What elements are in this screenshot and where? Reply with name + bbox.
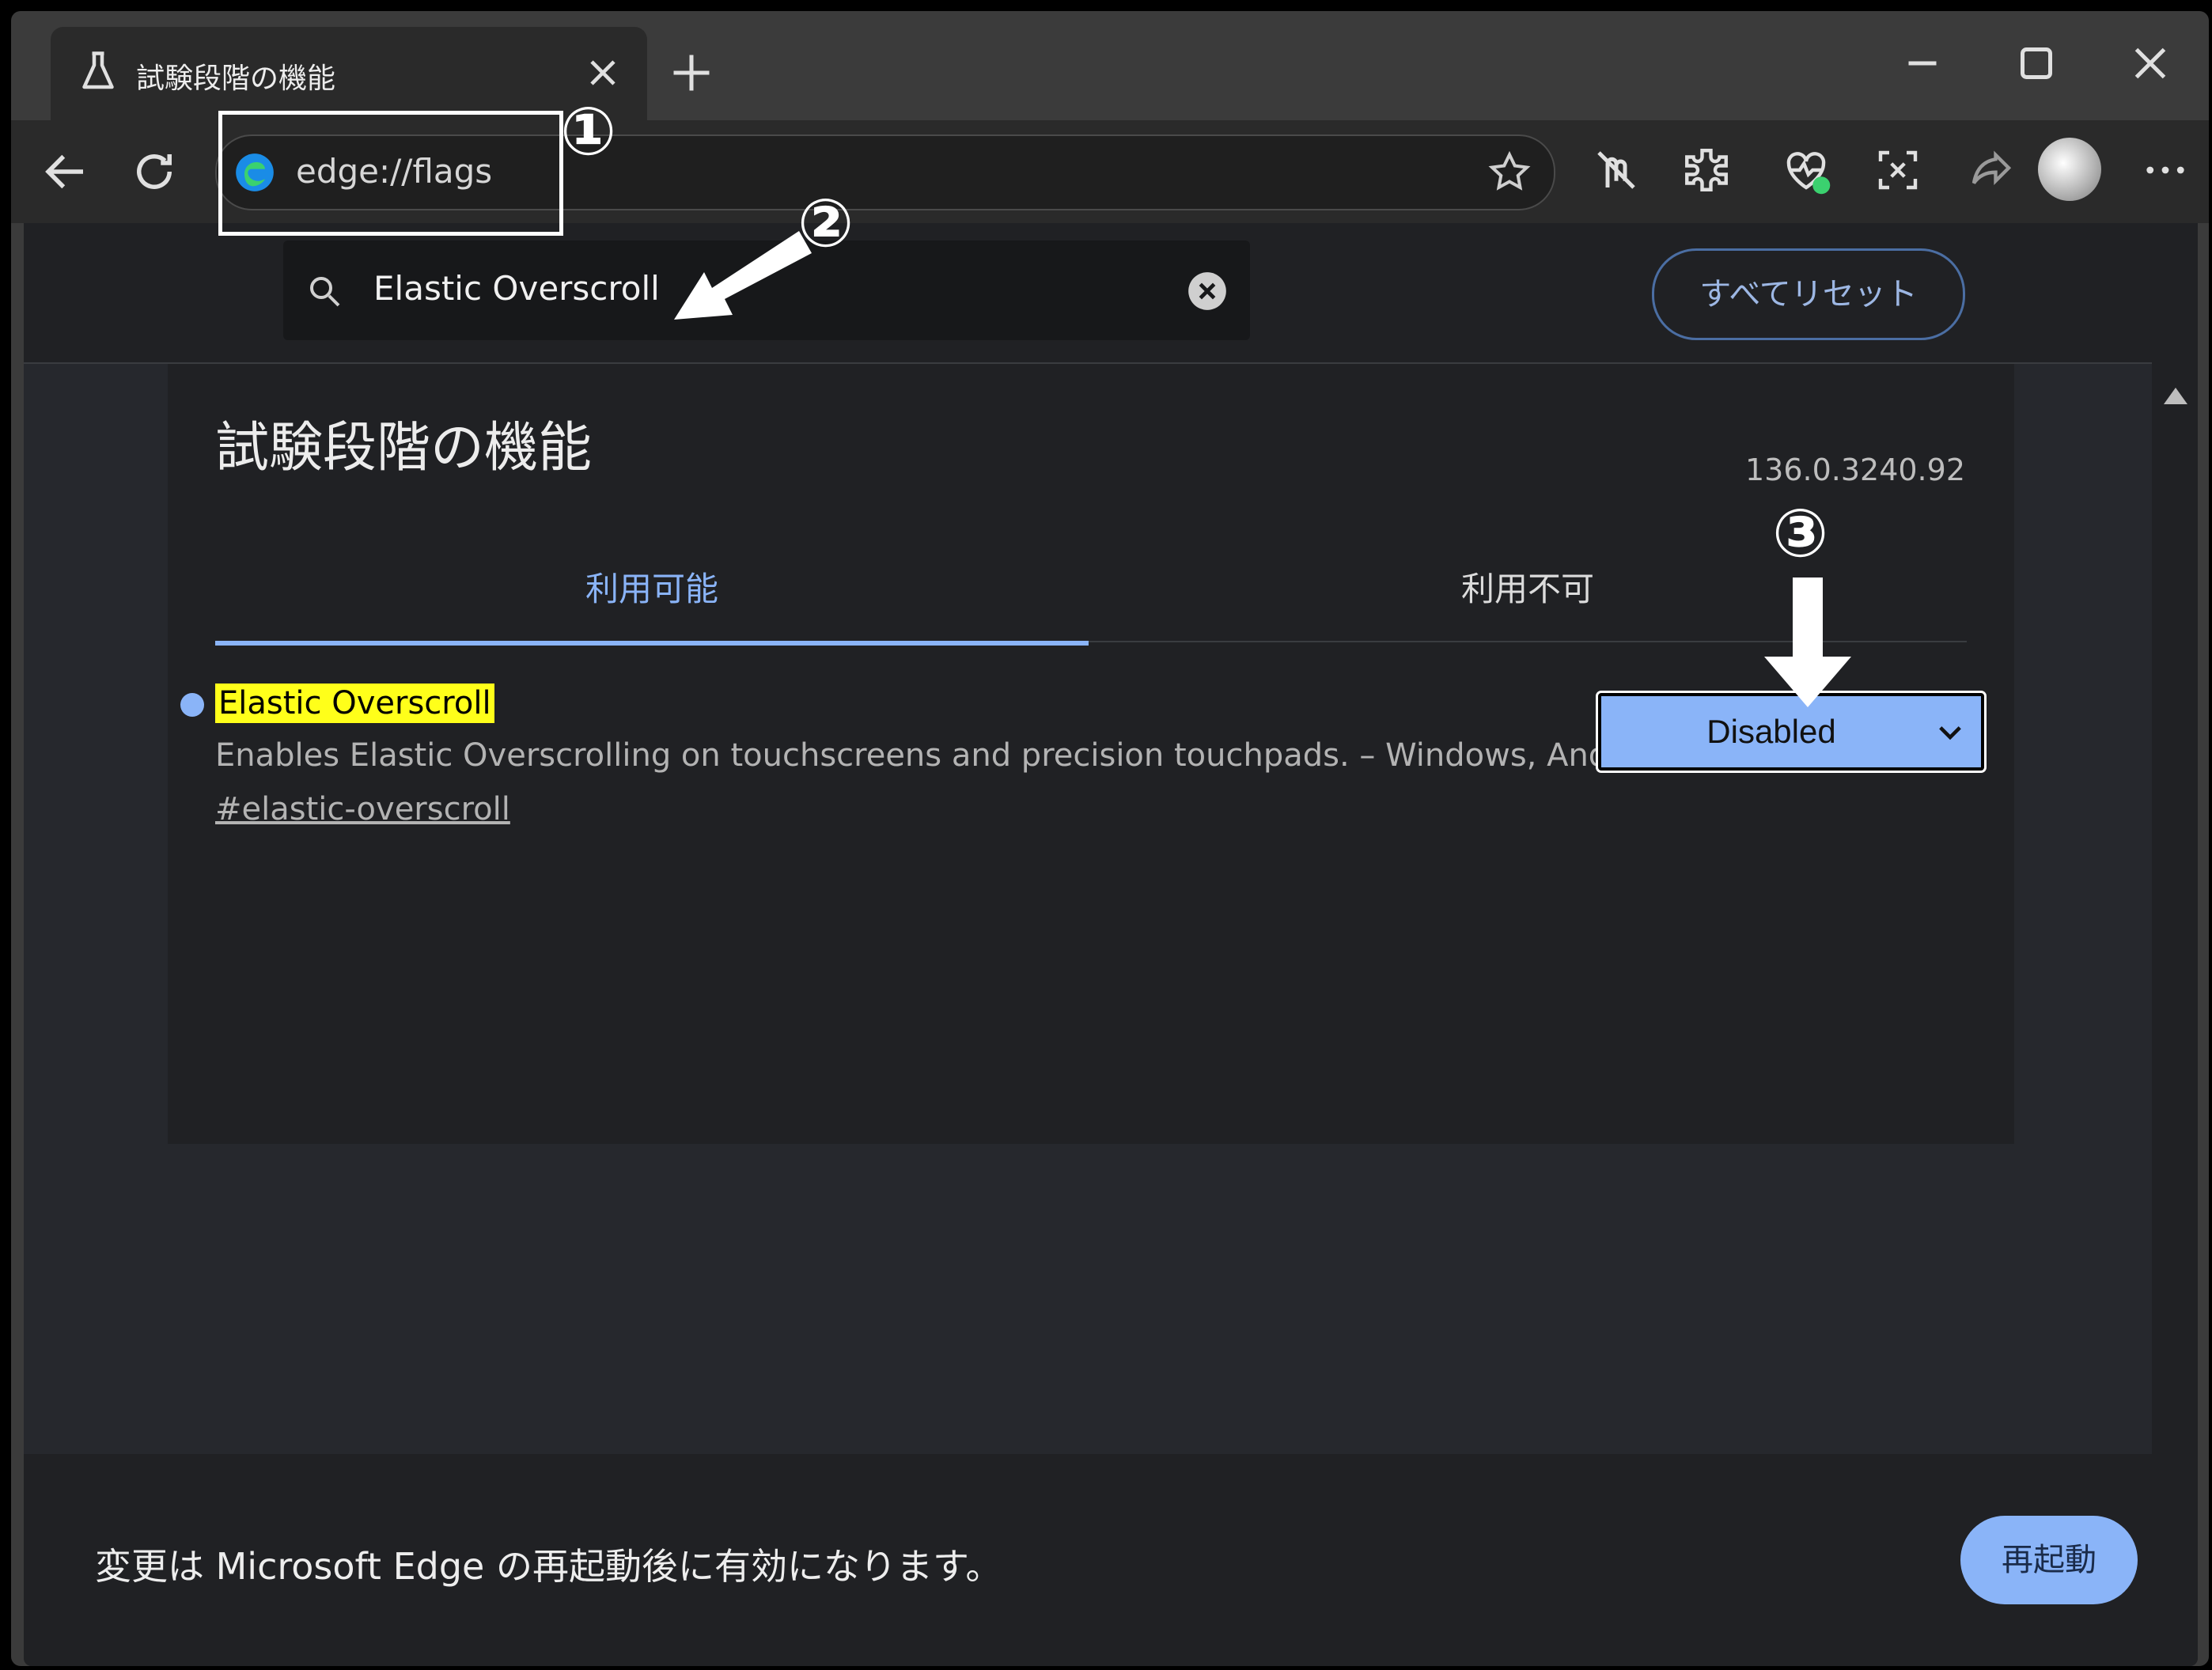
plus-icon[interactable] (668, 49, 715, 97)
flags-panel: 試験段階の機能 136.0.3240.92 利用可能 利用不可 Elastic … (168, 364, 2014, 1144)
tab-available[interactable]: 利用可能 (215, 554, 1089, 646)
annotation-number-1: ① (560, 93, 617, 170)
window-close-icon[interactable] (2127, 40, 2174, 87)
star-icon[interactable] (1486, 149, 1533, 196)
annotation-number-3: ③ (1772, 494, 1829, 572)
page-content: Elastic Overscroll すべてリセット 試験段階の機能 136.0… (24, 223, 2198, 1666)
screenshot-icon[interactable] (1872, 144, 1924, 196)
minimize-icon[interactable] (1899, 40, 1946, 87)
chevron-down-icon (1939, 726, 1961, 740)
flag-link[interactable]: #elastic-overscroll (215, 791, 510, 827)
flags-header: Elastic Overscroll すべてリセット (24, 223, 2198, 364)
health-icon[interactable] (1780, 144, 1832, 196)
browser-window: 試験段階の機能 edge://flags Elastic Overscroll … (11, 11, 2209, 1666)
extensions-icon[interactable] (1680, 144, 1733, 196)
close-icon[interactable] (581, 51, 625, 95)
tab-title: 試験段階の機能 (136, 62, 336, 95)
restart-message: 変更は Microsoft Edge の再起動後に有効になります。 (95, 1545, 1002, 1588)
restart-footer: 変更は Microsoft Edge の再起動後に有効になります。 再起動 (24, 1454, 2198, 1666)
share-icon[interactable] (1965, 144, 2017, 196)
page-title: 試験段階の機能 (215, 417, 593, 479)
flag-name: Elastic Overscroll (215, 684, 494, 723)
annotation-arrow-3 (1764, 577, 1851, 707)
search-icon (310, 277, 340, 307)
version-label: 136.0.3240.92 (1744, 453, 1965, 487)
maximize-icon[interactable] (2013, 40, 2060, 87)
annotation-box-url (218, 111, 563, 236)
search-value: Elastic Overscroll (373, 269, 660, 308)
scrollbar[interactable] (2152, 362, 2198, 1454)
flag-description: Enables Elastic Overscrolling on touchsc… (215, 737, 1669, 774)
reset-all-button[interactable]: すべてリセット (1652, 248, 1965, 340)
scroll-up-icon[interactable] (2161, 383, 2190, 407)
flask-icon (82, 51, 114, 89)
clear-icon[interactable] (1187, 271, 1228, 312)
annotation-arrow-2 (674, 231, 812, 320)
browser-tab[interactable]: 試験段階の機能 (51, 27, 647, 120)
flag-modified-dot (180, 693, 204, 717)
restart-button[interactable]: 再起動 (1960, 1516, 2138, 1604)
more-icon[interactable] (2139, 144, 2191, 196)
tracking-icon[interactable] (1590, 144, 1642, 196)
avatar[interactable] (2038, 138, 2101, 201)
refresh-icon[interactable] (128, 146, 180, 198)
back-icon[interactable] (40, 146, 92, 198)
